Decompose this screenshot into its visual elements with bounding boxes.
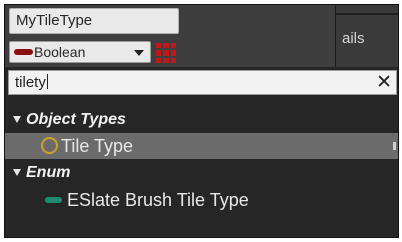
expand-triangle-icon	[13, 116, 21, 123]
details-panel-tab[interactable]: ails	[335, 5, 398, 67]
variable-header: MyTileType Boolean ails	[5, 5, 398, 67]
item-label: Tile Type	[61, 136, 134, 156]
variable-name-field[interactable]: MyTileType	[9, 8, 179, 34]
enum-pin-icon	[45, 197, 62, 203]
category-label: Object Types	[26, 111, 126, 128]
type-search-input[interactable]: tilety ✕	[8, 70, 397, 95]
container-type-grid-icon[interactable]	[156, 43, 176, 63]
ring-icon	[41, 137, 58, 154]
search-query: tilety	[15, 74, 48, 91]
row-edge-marker	[393, 142, 396, 150]
close-x-icon[interactable]: ✕	[376, 71, 392, 93]
variable-type-label: Boolean	[34, 44, 86, 60]
expand-triangle-icon	[13, 169, 21, 176]
details-divider	[336, 13, 398, 15]
type-picker-panel: MyTileType Boolean ails tilety ✕ Object …	[4, 4, 399, 238]
list-item-eslate-brush-tile-type[interactable]: ESlate Brush Tile Type	[5, 187, 398, 213]
type-results-list: Object Types Tile Type Enum ESlate Brush…	[5, 101, 398, 237]
list-item-tile-type[interactable]: Tile Type	[5, 133, 398, 159]
item-label: ESlate Brush Tile Type	[67, 190, 249, 210]
variable-type-dropdown[interactable]: Boolean	[9, 41, 151, 63]
category-label: Enum	[26, 164, 71, 181]
details-tab-label: ails	[342, 30, 365, 47]
pin-type-icon	[14, 49, 33, 55]
chevron-down-icon	[134, 50, 144, 56]
